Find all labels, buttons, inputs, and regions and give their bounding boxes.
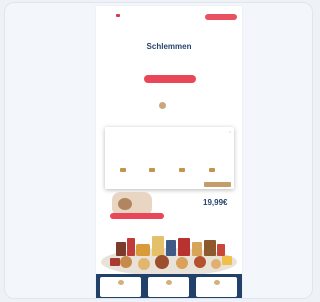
option-product-icon — [209, 168, 215, 172]
option-product-icon — [120, 168, 126, 172]
benefit-card-3 — [196, 277, 237, 297]
brand-logo[interactable] — [114, 14, 121, 19]
modal-option-1[interactable] — [112, 166, 134, 180]
benefit-icon — [117, 280, 124, 285]
close-icon[interactable]: × — [229, 130, 231, 134]
hero-cta-button[interactable] — [144, 75, 196, 83]
price: 19,99€ — [203, 198, 228, 207]
offer-modal: × — [105, 127, 234, 189]
benefit-icon — [165, 280, 172, 285]
option-product-icon — [149, 168, 155, 172]
modal-option-2[interactable] — [141, 166, 163, 180]
logo-mark-icon — [115, 14, 120, 17]
reviewer-avatar — [159, 102, 166, 109]
food-assortment-image — [96, 228, 242, 276]
option-product-icon — [179, 168, 185, 172]
modal-option-3[interactable] — [171, 166, 193, 180]
header-cta-button[interactable] — [205, 14, 237, 20]
benefit-icon — [213, 280, 220, 285]
landing-page: Schlemmen × 19,99€ — [96, 6, 242, 298]
modal-cta-button[interactable] — [204, 182, 231, 187]
promo-badge[interactable] — [110, 213, 164, 219]
benefits-section — [96, 274, 242, 298]
benefit-card-1 — [100, 277, 141, 297]
preview-card: Schlemmen × 19,99€ — [4, 2, 313, 299]
modal-option-4[interactable] — [201, 166, 223, 180]
benefit-card-2 — [148, 277, 189, 297]
hero-title: Schlemmen — [146, 42, 192, 51]
